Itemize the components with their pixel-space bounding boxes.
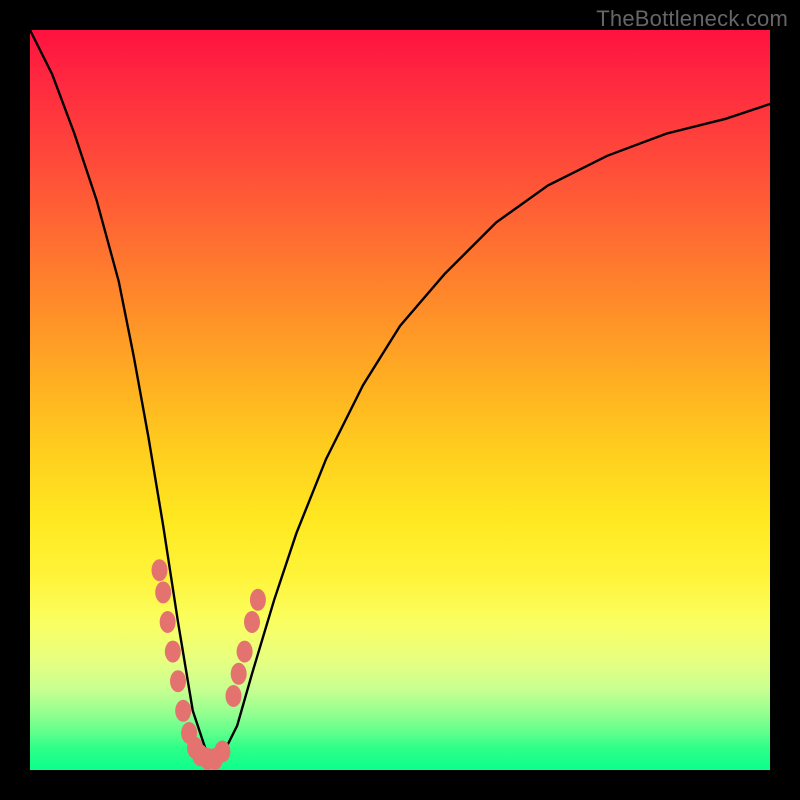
chart-frame: TheBottleneck.com (0, 0, 800, 800)
curve-layer (30, 30, 770, 770)
data-marker (226, 685, 242, 707)
marker-cluster-left (152, 559, 204, 759)
data-marker (175, 700, 191, 722)
data-marker (250, 589, 266, 611)
marker-cluster-bottom (192, 741, 230, 770)
data-marker (231, 663, 247, 685)
data-marker (237, 641, 253, 663)
data-marker (170, 670, 186, 692)
data-marker (152, 559, 168, 581)
data-marker (165, 641, 181, 663)
bottleneck-curve (30, 30, 770, 755)
data-marker (155, 581, 171, 603)
curve-path (30, 30, 770, 755)
watermark-text: TheBottleneck.com (596, 6, 788, 32)
data-marker (244, 611, 260, 633)
data-marker (160, 611, 176, 633)
data-marker (214, 741, 230, 763)
plot-area (30, 30, 770, 770)
